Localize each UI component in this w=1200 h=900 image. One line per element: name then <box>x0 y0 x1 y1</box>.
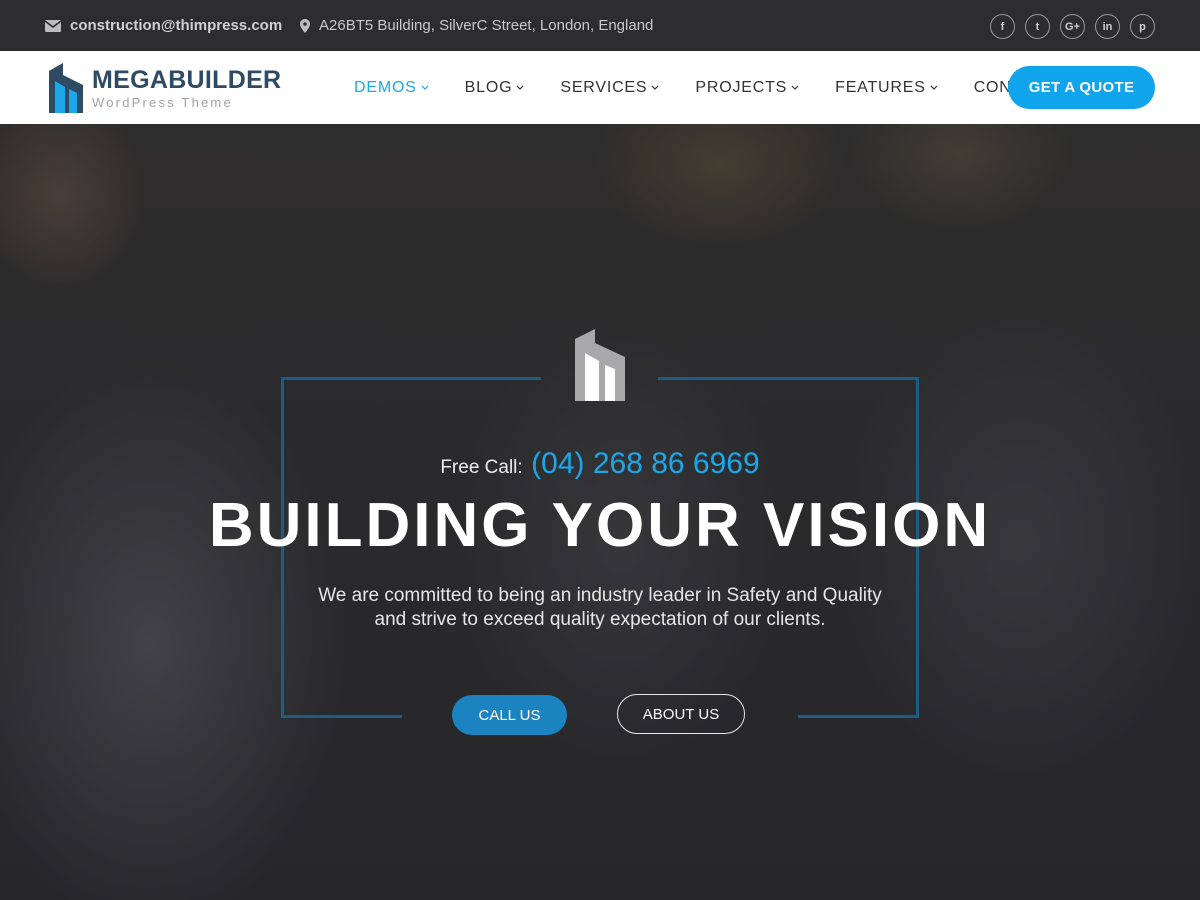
hero-tagline: We are committed to being an industry le… <box>300 584 900 632</box>
twitter-icon[interactable]: t <box>1025 14 1050 39</box>
nav-item-features[interactable]: FEATURES <box>835 79 938 97</box>
nav-item-label: SERVICES <box>560 78 648 96</box>
free-call-label: Free Call: <box>440 457 523 478</box>
hero-frame-border <box>658 377 919 380</box>
call-us-button[interactable]: CALL US <box>452 695 567 735</box>
top-bar: construction@thimpress.com A26BT5 Buildi… <box>0 0 1200 51</box>
tagline-line: We are committed to being an industry le… <box>318 585 882 606</box>
nav-item-services[interactable]: SERVICES <box>560 79 659 97</box>
google-plus-icon[interactable]: G+ <box>1060 14 1085 39</box>
chevron-down-icon <box>516 85 524 90</box>
social-links: f t G+ in p <box>990 14 1155 39</box>
chevron-down-icon <box>421 85 429 90</box>
main-header: MEGABUILDER WordPress Theme DEMOS BLOG S… <box>0 51 1200 124</box>
hero-headline: BUILDING YOUR VISION <box>208 491 992 560</box>
nav-item-label: BLOG <box>464 78 513 96</box>
nav-item-label: PROJECTS <box>695 78 788 96</box>
building-logo-icon <box>49 63 83 113</box>
phone-number-link[interactable]: (04) 268 86 6969 <box>531 447 760 480</box>
hero-frame-border <box>281 377 541 380</box>
address-contact: A26BT5 Building, SilverC Street, London,… <box>300 0 653 51</box>
building-icon <box>575 329 625 401</box>
logo-subtitle: WordPress Theme <box>92 94 233 110</box>
chevron-down-icon <box>791 85 799 90</box>
hero-frame-border <box>798 715 919 718</box>
chevron-down-icon <box>651 85 659 90</box>
nav-item-demos[interactable]: DEMOS <box>354 79 429 97</box>
about-us-button[interactable]: ABOUT US <box>617 694 745 734</box>
tagline-line: and strive to exceed quality expectation… <box>374 609 826 630</box>
site-logo[interactable]: MEGABUILDER WordPress Theme <box>49 63 281 113</box>
map-marker-icon <box>300 18 310 33</box>
nav-item-label: FEATURES <box>835 78 926 96</box>
facebook-icon[interactable]: f <box>990 14 1015 39</box>
nav-item-blog[interactable]: BLOG <box>465 79 525 97</box>
email-text: construction@thimpress.com <box>70 17 283 34</box>
nav-item-label: DEMOS <box>354 78 417 96</box>
pinterest-icon[interactable]: p <box>1130 14 1155 39</box>
envelope-icon <box>45 19 61 32</box>
email-contact[interactable]: construction@thimpress.com <box>45 0 282 51</box>
free-call-line: Free Call: (04) 268 86 6969 <box>0 447 1200 481</box>
hero-frame-border <box>281 715 402 718</box>
chevron-down-icon <box>930 85 938 90</box>
hero-section: Free Call: (04) 268 86 6969 BUILDING YOU… <box>0 124 1200 900</box>
nav-item-projects[interactable]: PROJECTS <box>695 79 799 97</box>
logo-title: MEGABUILDER <box>92 65 282 94</box>
address-text: A26BT5 Building, SilverC Street, London,… <box>319 17 654 34</box>
linkedin-icon[interactable]: in <box>1095 14 1120 39</box>
get-a-quote-button[interactable]: GET A QUOTE <box>1008 66 1155 109</box>
main-navigation: DEMOS BLOG SERVICES PROJECTS FEATURES CO… <box>354 51 1055 124</box>
